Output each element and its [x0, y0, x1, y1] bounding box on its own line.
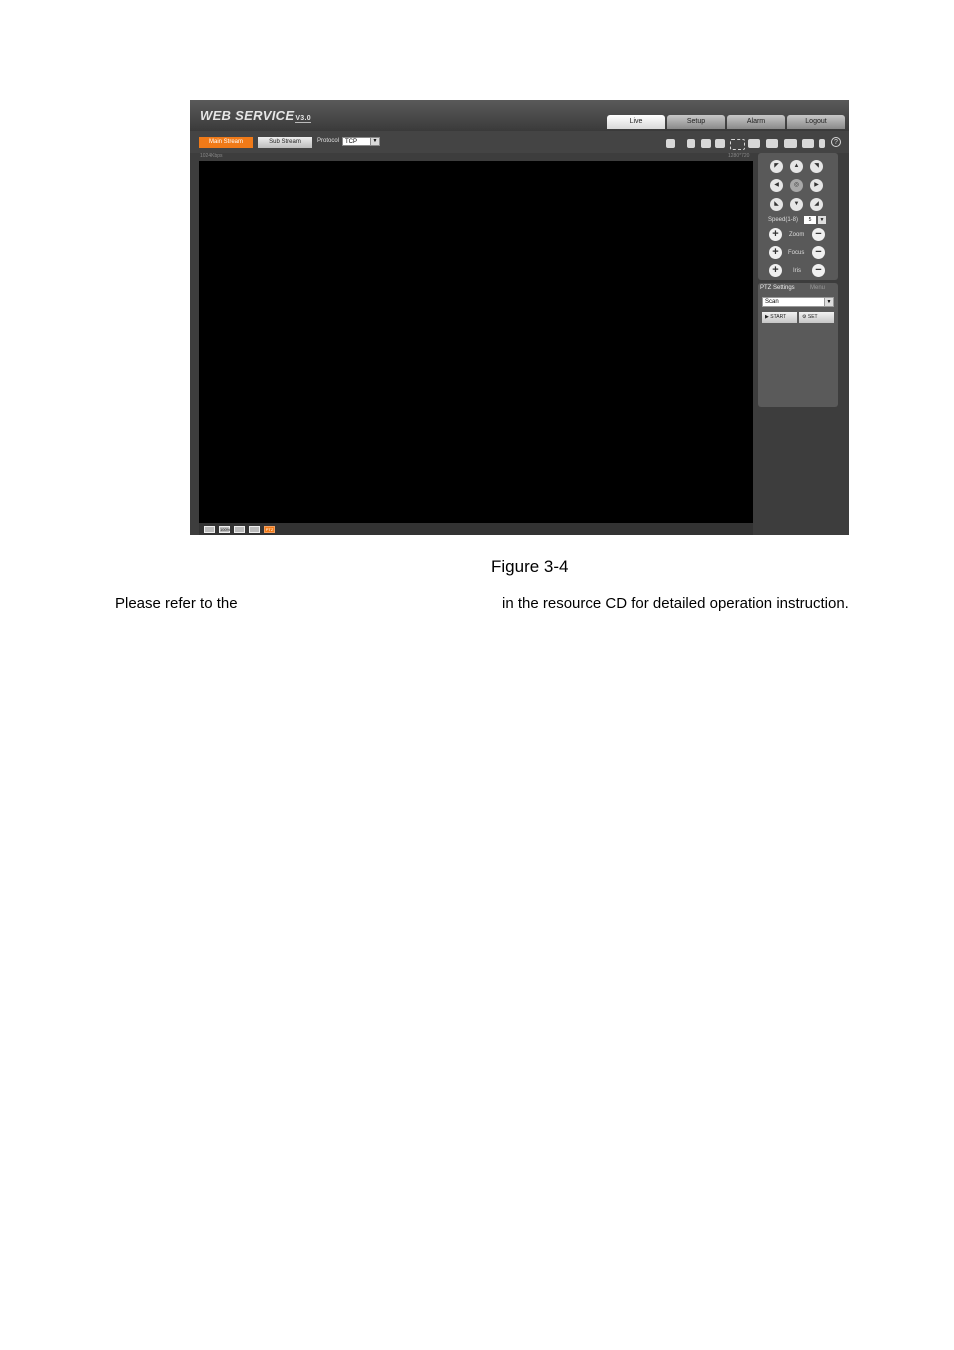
paragraph-start: Please refer to the	[115, 595, 238, 612]
image-icon[interactable]	[204, 526, 215, 533]
protocol-select[interactable]: TCP ▼	[342, 137, 380, 146]
microphone-icon[interactable]	[819, 139, 825, 148]
focus-near-button[interactable]: +	[769, 246, 782, 259]
up-left-arrow-icon[interactable]: ◤	[770, 160, 783, 173]
hand-icon[interactable]	[687, 139, 695, 148]
zoom-in-button[interactable]: +	[769, 228, 782, 241]
right-arrow-icon[interactable]: ▶	[810, 179, 823, 192]
protocol-label: Protocol	[317, 138, 340, 144]
video-bottom-bar: 100% PTZ	[199, 523, 753, 535]
sub-stream-button[interactable]: Sub Stream	[258, 137, 312, 148]
figure-caption: Figure 3-4	[491, 557, 569, 576]
zoom-region-icon[interactable]	[730, 139, 745, 150]
main-tabs: Live Setup Alarm Logout	[607, 115, 845, 129]
ptz-settings-title: PTZ Settings	[760, 285, 795, 291]
web-service-screenshot: WEB SERVICEV3.0 Live Setup Alarm Logout …	[190, 100, 849, 535]
tab-logout[interactable]: Logout	[787, 115, 845, 129]
iris-label: Iris	[793, 268, 801, 274]
video-display[interactable]	[199, 161, 753, 523]
fullscreen-icon[interactable]	[234, 526, 245, 533]
tab-alarm[interactable]: Alarm	[727, 115, 785, 129]
logo: WEB SERVICEV3.0	[200, 108, 311, 123]
ptz-menu-link[interactable]: Menu	[810, 285, 825, 291]
zoom-icon[interactable]: 100%	[219, 526, 230, 533]
down-arrow-icon[interactable]: ▼	[790, 198, 803, 211]
tab-setup[interactable]: Setup	[667, 115, 725, 129]
chevron-down-icon: ▼	[370, 138, 379, 145]
ptz-icon[interactable]: PTZ	[264, 526, 275, 533]
draw-icon[interactable]	[666, 139, 675, 148]
alarm-icon[interactable]	[701, 139, 711, 148]
speaker-icon[interactable]	[802, 139, 814, 148]
snapshot-icon[interactable]	[748, 139, 760, 148]
down-right-arrow-icon[interactable]: ◢	[810, 198, 823, 211]
tab-live[interactable]: Live	[607, 115, 665, 129]
resolution-readout: 1280*720	[728, 153, 750, 159]
up-arrow-icon[interactable]: ▲	[790, 160, 803, 173]
start-button[interactable]: ▶ START	[762, 312, 797, 323]
ptz-settings-panel: PTZ Settings Menu Scan ▼ ▶ START ⚙ SET	[758, 283, 838, 407]
ptz-control-panel: ◤ ▲ ◥ ◀ ◎ ▶ ◣ ▼ ◢ Speed(1-8) 5 ▼ + Zoom …	[758, 153, 838, 280]
main-stream-button[interactable]: Main Stream	[199, 137, 253, 148]
iris-close-button[interactable]: −	[812, 264, 825, 277]
record-icon[interactable]	[766, 139, 778, 148]
zoom-out-button[interactable]: −	[812, 228, 825, 241]
speed-select[interactable]: 5	[804, 216, 816, 224]
zoom-label: Zoom	[789, 232, 805, 238]
up-right-arrow-icon[interactable]: ◥	[810, 160, 823, 173]
chevron-down-icon: ▼	[824, 298, 833, 306]
chevron-down-icon: ▼	[818, 216, 826, 224]
stream-toolbar: Main Stream Sub Stream Protocol TCP ▼ ?	[190, 131, 849, 153]
focus-far-button[interactable]: −	[812, 246, 825, 259]
bitrate-readout: 1024Kbps	[200, 153, 223, 159]
iris-open-button[interactable]: +	[769, 264, 782, 277]
left-arrow-icon[interactable]: ◀	[770, 179, 783, 192]
help-icon[interactable]: ?	[831, 137, 841, 147]
center-icon[interactable]: ◎	[790, 179, 803, 192]
speed-label: Speed(1-8)	[768, 217, 799, 223]
ptz-function-select[interactable]: Scan ▼	[762, 297, 834, 307]
focus-label: Focus	[788, 250, 805, 256]
paragraph-end: in the resource CD for detailed operatio…	[502, 595, 849, 612]
ratio-icon[interactable]	[249, 526, 260, 533]
header-bar: WEB SERVICEV3.0 Live Setup Alarm Logout	[190, 100, 849, 131]
down-left-arrow-icon[interactable]: ◣	[770, 198, 783, 211]
camera-icon[interactable]	[784, 139, 797, 148]
alarm-icon[interactable]	[715, 139, 725, 148]
set-button[interactable]: ⚙ SET	[799, 312, 834, 323]
